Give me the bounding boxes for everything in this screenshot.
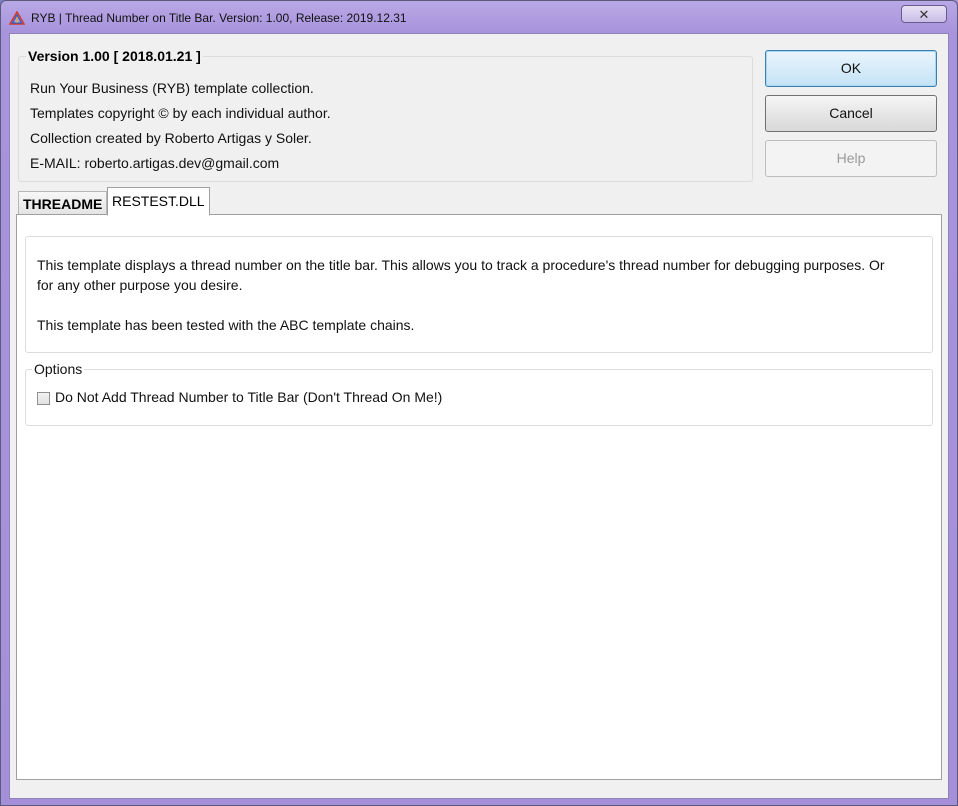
options-title: Options — [32, 361, 85, 377]
description-note: This template has been tested with the A… — [37, 317, 415, 333]
dont-thread-checkbox[interactable] — [37, 392, 50, 405]
description-box: This template displays a thread number o… — [25, 236, 933, 353]
ryb-triangle-icon — [9, 11, 25, 25]
window-title: RYB | Thread Number on Title Bar. Versio… — [31, 11, 407, 25]
close-icon: ✕ — [918, 7, 930, 22]
cancel-button[interactable]: Cancel — [765, 95, 937, 132]
about-line-2: Templates copyright © by each individual… — [30, 105, 331, 121]
about-line-1: Run Your Business (RYB) template collect… — [30, 80, 314, 96]
description-text: This template displays a thread number o… — [37, 257, 885, 293]
tab-restest-dll[interactable]: RESTEST.DLL — [107, 187, 210, 216]
about-line-3: Collection created by Roberto Artigas y … — [30, 130, 312, 146]
dont-thread-checkbox-label[interactable]: Do Not Add Thread Number to Title Bar (D… — [55, 389, 442, 405]
version-label: Version 1.00 [ 2018.01.21 ] — [26, 48, 203, 64]
about-group: Run Your Business (RYB) template collect… — [18, 56, 753, 182]
help-button[interactable]: Help — [765, 140, 937, 177]
ok-button[interactable]: OK — [765, 50, 937, 87]
title-bar[interactable]: RYB | Thread Number on Title Bar. Versio… — [1, 1, 957, 33]
close-button[interactable]: ✕ — [901, 5, 947, 23]
tab-panel: This template displays a thread number o… — [16, 214, 942, 780]
tab-threadme[interactable]: THREADME — [18, 191, 108, 215]
about-email: E-MAIL: roberto.artigas.dev@gmail.com — [30, 155, 280, 171]
dialog-window: RYB | Thread Number on Title Bar. Versio… — [0, 0, 958, 806]
dialog-client-area: Run Your Business (RYB) template collect… — [9, 33, 949, 799]
options-group: Options Do Not Add Thread Number to Titl… — [25, 361, 933, 426]
